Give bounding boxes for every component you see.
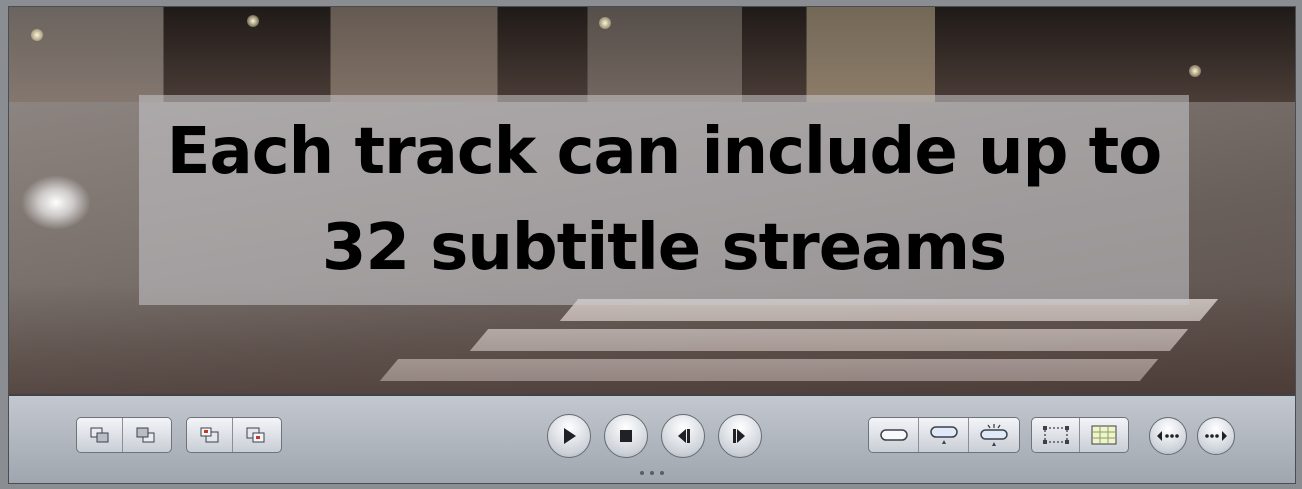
send-to-back-button[interactable] — [123, 418, 169, 452]
subtitle-line-2: 32 subtitle streams — [321, 211, 1007, 285]
bring-to-front-button[interactable] — [77, 418, 123, 452]
playback-controller — [9, 394, 1295, 483]
subtitle-animated-button[interactable] — [969, 418, 1019, 452]
previous-chapter-icon — [1156, 430, 1180, 442]
window-front-icon — [89, 426, 111, 444]
video-viewer[interactable]: Each track can include up to 32 subtitle… — [9, 7, 1295, 394]
subtitle-off-button[interactable] — [869, 418, 919, 452]
next-chapter-button[interactable] — [1197, 417, 1235, 455]
next-chapter-icon — [1204, 430, 1228, 442]
window-back-icon — [135, 426, 157, 444]
subtitle-bottom-icon — [929, 424, 959, 446]
mark-out-icon — [245, 426, 267, 444]
subtitle-mode-group — [868, 417, 1020, 453]
mark-in-button[interactable] — [187, 418, 233, 452]
scene-background — [9, 7, 1295, 102]
mark-in-icon — [199, 426, 221, 444]
grid-icon — [1091, 425, 1117, 445]
mark-out-button[interactable] — [233, 418, 279, 452]
street-lamp — [599, 17, 611, 29]
grid-button[interactable] — [1080, 418, 1128, 452]
safe-area-button[interactable] — [1032, 418, 1080, 452]
car-headlight — [21, 175, 91, 230]
view-overlay-group — [1031, 417, 1129, 453]
window-arrange-group — [76, 417, 172, 453]
subtitle-off-icon — [879, 427, 909, 443]
resize-grip[interactable] — [640, 471, 664, 477]
street-lamp — [1189, 65, 1201, 77]
mark-group — [186, 417, 282, 453]
safe-area-icon — [1042, 425, 1070, 445]
street-lamp — [31, 29, 43, 41]
grip-dot — [660, 471, 664, 475]
grip-dot — [640, 471, 644, 475]
subtitle-bottom-button[interactable] — [919, 418, 969, 452]
previous-chapter-button[interactable] — [1149, 417, 1187, 455]
app-window: Each track can include up to 32 subtitle… — [0, 0, 1302, 489]
subtitle-overlay: Each track can include up to 32 subtitle… — [139, 95, 1189, 305]
next-frame-button[interactable] — [718, 414, 762, 458]
previous-frame-icon — [675, 428, 691, 444]
grip-dot — [650, 471, 654, 475]
street-lamp — [247, 15, 259, 27]
stop-icon — [619, 429, 633, 443]
subtitle-line-1: Each track can include up to — [166, 115, 1162, 189]
subtitle-animated-icon — [979, 423, 1009, 447]
player-frame: Each track can include up to 32 subtitle… — [8, 6, 1296, 484]
next-frame-icon — [732, 428, 748, 444]
stop-button[interactable] — [604, 414, 648, 458]
play-button[interactable] — [547, 414, 591, 458]
previous-frame-button[interactable] — [661, 414, 705, 458]
play-icon — [561, 427, 577, 445]
